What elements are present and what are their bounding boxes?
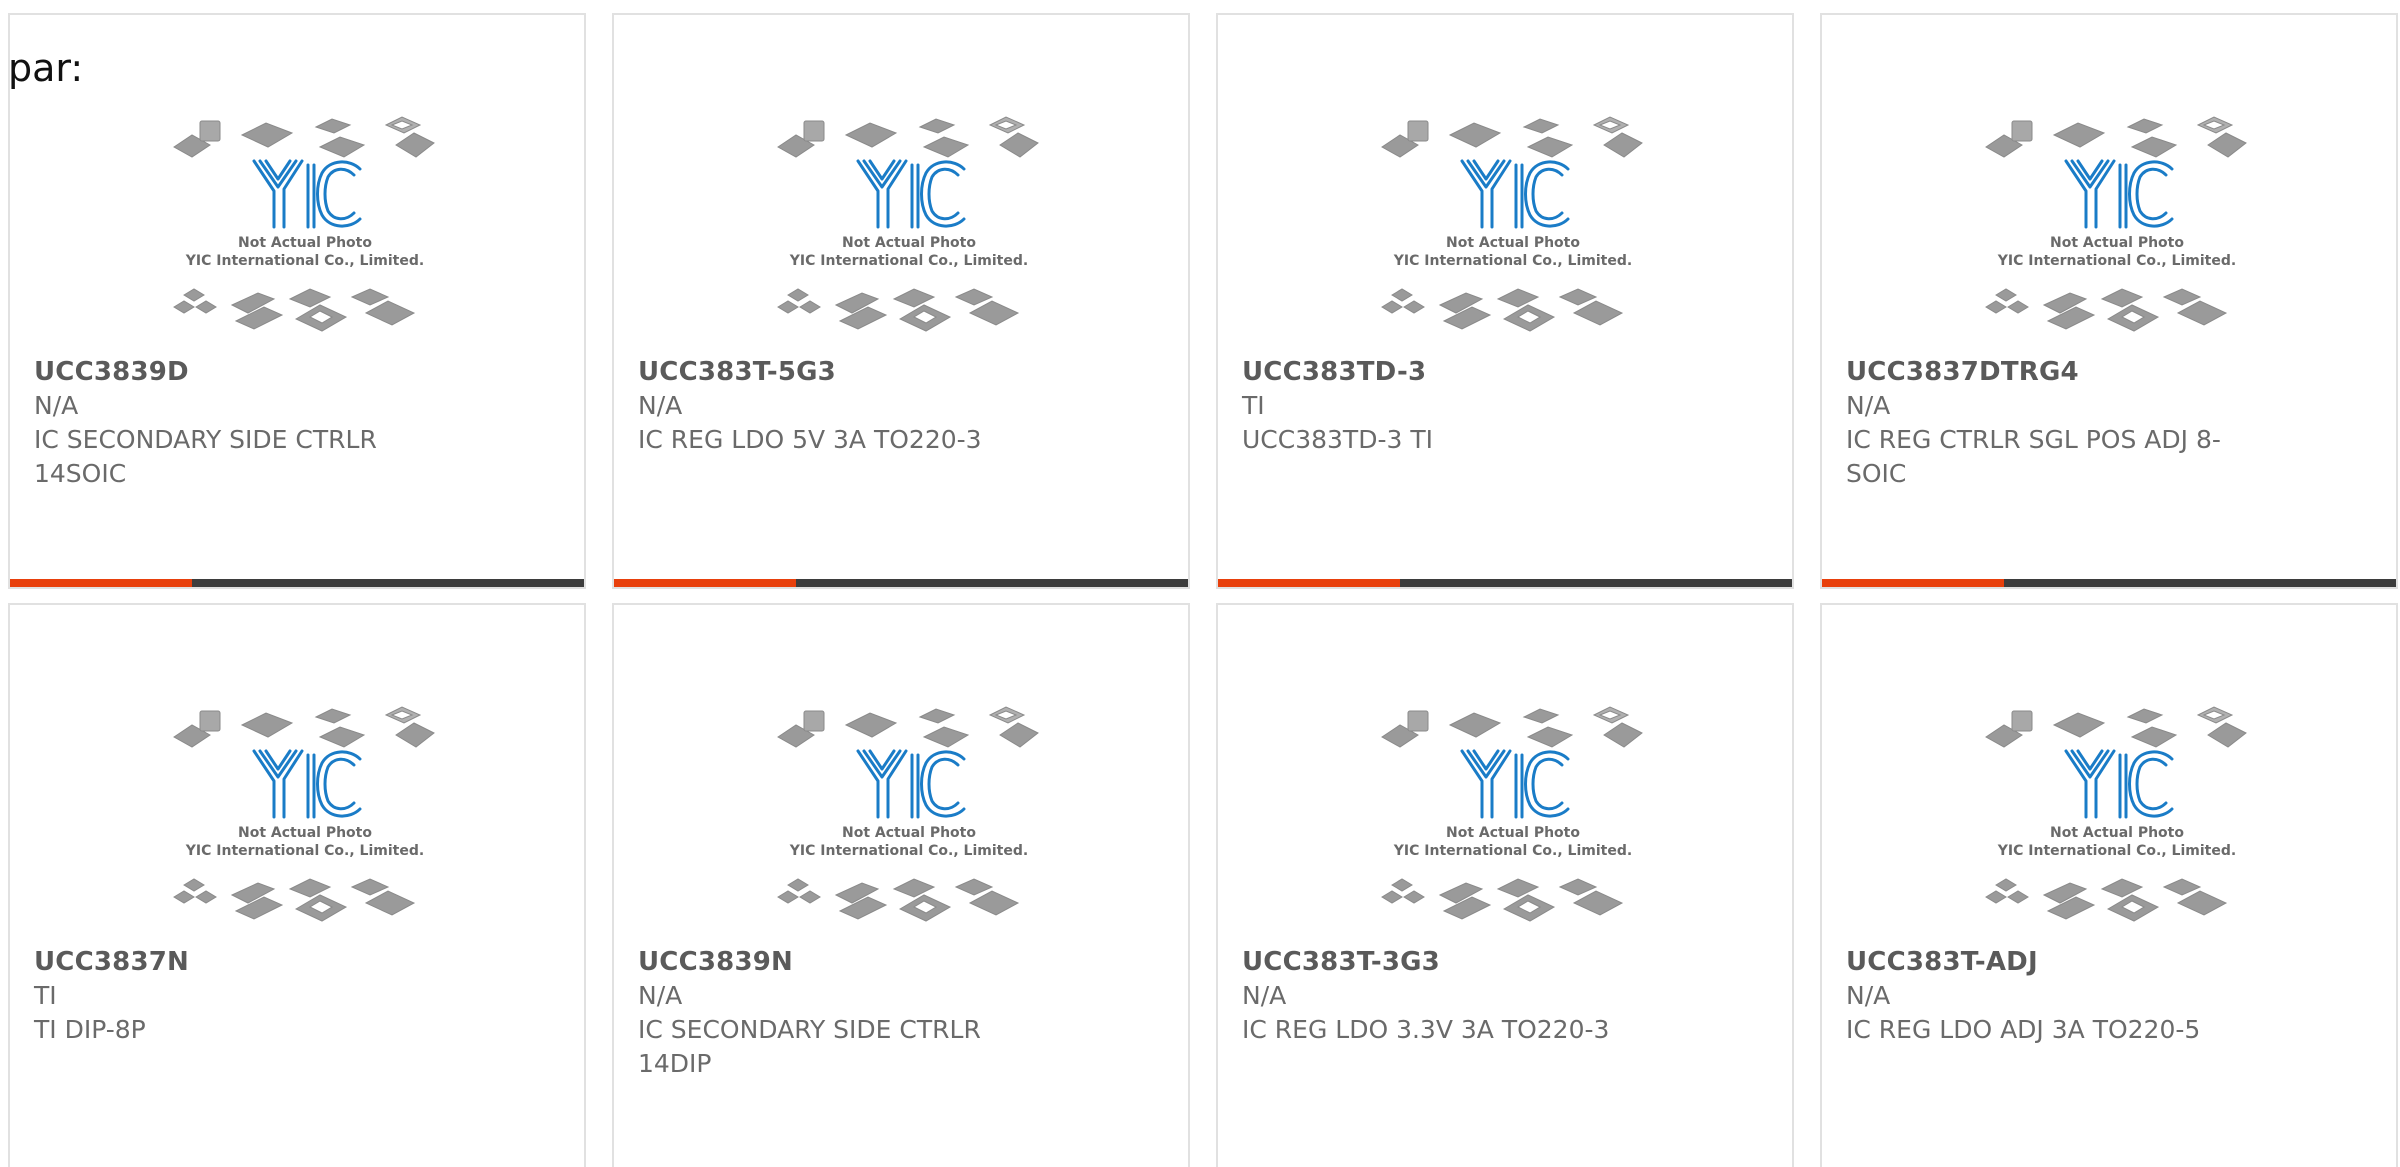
product-description: IC SECONDARY SIDE CTRLR 14DIP: [638, 1015, 981, 1078]
card-bottom-bar: [1822, 579, 2396, 587]
product-part-number[interactable]: UCC383T-ADJ: [1846, 945, 2266, 979]
product-thumbnail: Not Actual Photo YIC International Co., …: [173, 706, 435, 922]
product-info: UCC383T-ADJ N/A IC REG LDO ADJ 3A TO220-…: [1846, 945, 2266, 1047]
product-part-number[interactable]: UCC383T-5G3: [638, 355, 1058, 389]
card-accent-bar: [1218, 579, 1400, 587]
chip-icons-top: [1381, 116, 1643, 158]
product-card[interactable]: Not Actual Photo YIC International Co., …: [8, 603, 586, 1167]
chip-icons-top: [173, 116, 435, 158]
product-thumbnail: Not Actual Photo YIC International Co., …: [1381, 116, 1643, 332]
product-grid: Not Actual Photo YIC International Co., …: [8, 13, 2400, 1167]
product-card[interactable]: Not Actual Photo YIC International Co., …: [8, 13, 586, 589]
card-bottom-bar: [614, 579, 1188, 587]
yic-logo-icon: [856, 749, 966, 819]
thumb-caption-1: Not Actual Photo: [238, 825, 372, 841]
product-card[interactable]: Not Actual Photo YIC International Co., …: [612, 603, 1190, 1167]
thumb-caption-1: Not Actual Photo: [2050, 235, 2184, 251]
yic-logo-icon: [252, 159, 362, 229]
product-description: UCC383TD-3 TI: [1242, 425, 1433, 454]
product-manufacturer: N/A: [638, 391, 683, 420]
product-thumbnail: Not Actual Photo YIC International Co., …: [1985, 706, 2247, 922]
product-info: UCC383TD-3 TI UCC383TD-3 TI: [1242, 355, 1662, 457]
product-card[interactable]: Not Actual Photo YIC International Co., …: [1216, 13, 1794, 589]
product-manufacturer: N/A: [1846, 391, 1891, 420]
product-info: UCC383T-5G3 N/A IC REG LDO 5V 3A TO220-3: [638, 355, 1058, 457]
thumb-caption-1: Not Actual Photo: [1446, 235, 1580, 251]
product-card[interactable]: Not Actual Photo YIC International Co., …: [1820, 13, 2398, 589]
card-accent-bar: [614, 579, 796, 587]
product-info: UCC3837DTRG4 N/A IC REG CTRLR SGL POS AD…: [1846, 355, 2266, 491]
chip-icons-bottom: [173, 878, 416, 922]
chip-icons-top: [777, 706, 1039, 748]
product-description: IC REG LDO ADJ 3A TO220-5: [1846, 1015, 2201, 1044]
product-manufacturer: N/A: [34, 391, 79, 420]
product-card[interactable]: Not Actual Photo YIC International Co., …: [612, 13, 1190, 589]
thumb-caption-1: Not Actual Photo: [842, 825, 976, 841]
yic-logo-icon: [252, 749, 362, 819]
chip-icons-top: [777, 116, 1039, 158]
product-part-number[interactable]: UCC3837N: [34, 945, 454, 979]
product-thumbnail: Not Actual Photo YIC International Co., …: [777, 706, 1039, 922]
product-description: TI DIP-8P: [34, 1015, 146, 1044]
product-thumbnail: Not Actual Photo YIC International Co., …: [777, 116, 1039, 332]
product-thumbnail: Not Actual Photo YIC International Co., …: [173, 116, 435, 332]
product-description: IC REG LDO 3.3V 3A TO220-3: [1242, 1015, 1610, 1044]
thumb-caption-2: YIC International Co., Limited.: [1393, 253, 1632, 269]
chip-icons-bottom: [173, 288, 416, 332]
card-accent-bar: [10, 579, 192, 587]
product-part-number[interactable]: UCC383T-3G3: [1242, 945, 1662, 979]
chip-icons-bottom: [1381, 288, 1624, 332]
thumb-caption-2: YIC International Co., Limited.: [1997, 253, 2236, 269]
product-manufacturer: TI: [34, 981, 57, 1010]
product-description: IC REG LDO 5V 3A TO220-3: [638, 425, 982, 454]
chip-icons-bottom: [1985, 288, 2228, 332]
chip-icons-top: [1985, 116, 2247, 158]
product-manufacturer: N/A: [1846, 981, 1891, 1010]
chip-icons-top: [1985, 706, 2247, 748]
card-accent-bar: [1822, 579, 2004, 587]
yic-logo-icon: [2064, 749, 2174, 819]
product-card[interactable]: Not Actual Photo YIC International Co., …: [1820, 603, 2398, 1167]
product-grid-page: par: Not Actual Photo YIC International …: [0, 0, 2400, 1167]
product-thumbnail: Not Actual Photo YIC International Co., …: [1381, 706, 1643, 922]
chip-icons-bottom: [1985, 878, 2228, 922]
yic-logo-icon: [1460, 749, 1570, 819]
product-manufacturer: TI: [1242, 391, 1265, 420]
chip-icons-top: [1381, 706, 1643, 748]
thumb-caption-2: YIC International Co., Limited.: [1393, 843, 1632, 859]
chip-icons-bottom: [1381, 878, 1624, 922]
product-manufacturer: N/A: [638, 981, 683, 1010]
yic-logo-icon: [2064, 159, 2174, 229]
product-card[interactable]: Not Actual Photo YIC International Co., …: [1216, 603, 1794, 1167]
thumb-caption-1: Not Actual Photo: [842, 235, 976, 251]
product-manufacturer: N/A: [1242, 981, 1287, 1010]
yic-logo-icon: [1460, 159, 1570, 229]
product-description: IC REG CTRLR SGL POS ADJ 8-SOIC: [1846, 425, 2221, 488]
thumb-caption-2: YIC International Co., Limited.: [789, 843, 1028, 859]
product-thumbnail: Not Actual Photo YIC International Co., …: [1985, 116, 2247, 332]
yic-logo-icon: [856, 159, 966, 229]
card-bottom-bar: [10, 579, 584, 587]
product-part-number[interactable]: UCC3839N: [638, 945, 1058, 979]
chip-icons-bottom: [777, 288, 1020, 332]
product-part-number[interactable]: UCC3837DTRG4: [1846, 355, 2266, 389]
card-bottom-bar: [1218, 579, 1792, 587]
chip-icons-bottom: [777, 878, 1020, 922]
thumb-caption-2: YIC International Co., Limited.: [1997, 843, 2236, 859]
thumb-caption-1: Not Actual Photo: [2050, 825, 2184, 841]
product-description: IC SECONDARY SIDE CTRLR 14SOIC: [34, 425, 377, 488]
thumb-caption-2: YIC International Co., Limited.: [789, 253, 1028, 269]
product-info: UCC3839N N/A IC SECONDARY SIDE CTRLR 14D…: [638, 945, 1058, 1081]
chip-icons-top: [173, 706, 435, 748]
product-info: UCC383T-3G3 N/A IC REG LDO 3.3V 3A TO220…: [1242, 945, 1662, 1047]
thumb-caption-2: YIC International Co., Limited.: [185, 843, 424, 859]
par-label: par:: [8, 46, 84, 90]
product-info: UCC3837N TI TI DIP-8P: [34, 945, 454, 1047]
product-part-number[interactable]: UCC383TD-3: [1242, 355, 1662, 389]
product-part-number[interactable]: UCC3839D: [34, 355, 454, 389]
thumb-caption-1: Not Actual Photo: [1446, 825, 1580, 841]
thumb-caption-2: YIC International Co., Limited.: [185, 253, 424, 269]
thumb-caption-1: Not Actual Photo: [238, 235, 372, 251]
product-info: UCC3839D N/A IC SECONDARY SIDE CTRLR 14S…: [34, 355, 454, 491]
